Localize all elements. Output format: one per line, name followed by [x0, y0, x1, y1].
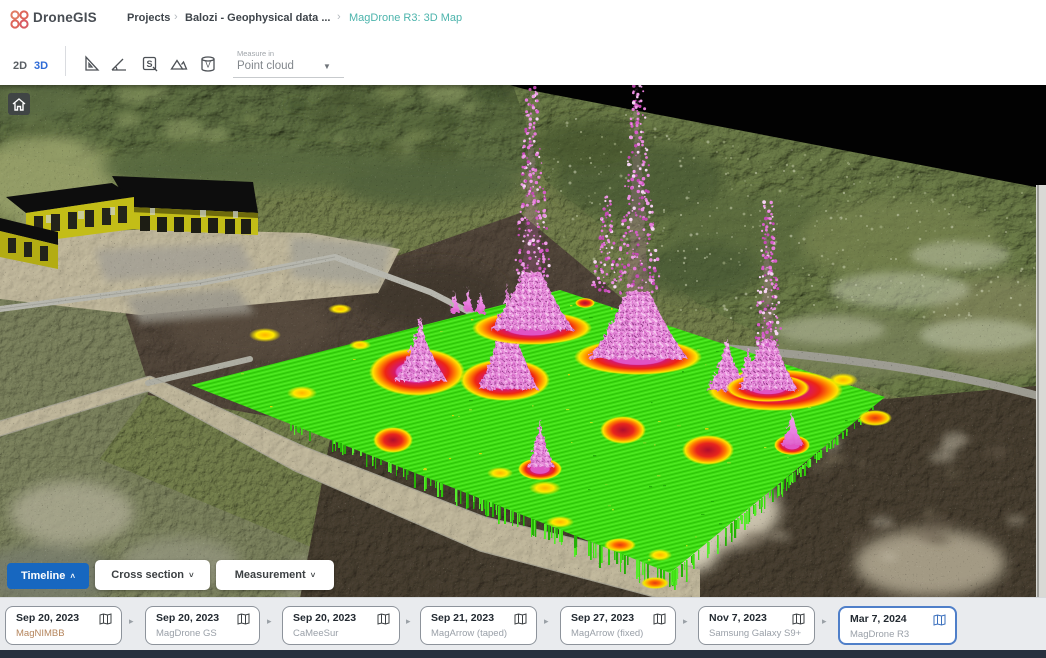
svg-text:S: S — [146, 59, 152, 69]
svg-text:V: V — [205, 61, 211, 70]
